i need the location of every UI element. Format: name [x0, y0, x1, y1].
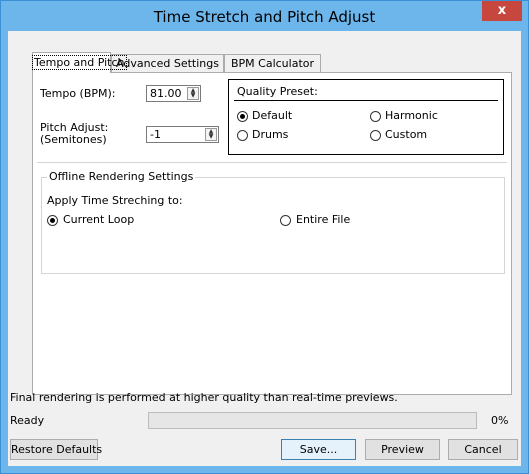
- restore-defaults-button[interactable]: Restore Defaults: [10, 439, 102, 460]
- spin-down-icon[interactable]: ▼: [188, 93, 198, 99]
- pitch-spin-buttons[interactable]: ▲ ▼: [205, 128, 217, 141]
- dialog-window: Time Stretch and Pitch Adjust x Tempo an…: [0, 0, 529, 474]
- tab-bpm-calculator[interactable]: BPM Calculator: [224, 54, 321, 72]
- pitch-spinbox[interactable]: -1 ▲ ▼: [146, 126, 219, 143]
- close-button[interactable]: x: [482, 1, 522, 21]
- tab-label: BPM Calculator: [230, 57, 315, 70]
- radio-harmonic[interactable]: [370, 111, 381, 122]
- radio-drums[interactable]: [237, 130, 248, 141]
- offline-rendering-title: Offline Rendering Settings: [47, 170, 196, 183]
- dialog-client-area: Tempo and Pitch Advanced Settings BPM Ca…: [8, 31, 521, 466]
- radio-entire-file[interactable]: [280, 215, 291, 226]
- pitch-sublabel: (Semitones): [40, 133, 107, 146]
- radio-harmonic-label[interactable]: Harmonic: [385, 109, 438, 122]
- radio-entire-file-label[interactable]: Entire File: [296, 213, 350, 226]
- tab-tempo-and-pitch[interactable]: Tempo and Pitch: [32, 52, 127, 73]
- title-bar[interactable]: Time Stretch and Pitch Adjust x: [1, 1, 528, 31]
- spin-down-icon[interactable]: ▼: [206, 134, 216, 140]
- radio-current-loop[interactable]: [47, 215, 58, 226]
- tempo-label: Tempo (BPM):: [40, 87, 116, 100]
- apply-time-stretching-label: Apply Time Streching to:: [47, 194, 183, 207]
- tab-label: Tempo and Pitch: [32, 55, 127, 70]
- radio-custom[interactable]: [370, 130, 381, 141]
- window-title: Time Stretch and Pitch Adjust: [153, 8, 376, 26]
- tab-panel-tempo-and-pitch: Tempo (BPM): 81.00 ▲ ▼ Pitch Adjust: (Se…: [32, 72, 512, 395]
- pitch-value: -1: [150, 128, 161, 141]
- cancel-button[interactable]: Cancel: [448, 439, 518, 460]
- tab-advanced-settings[interactable]: Advanced Settings: [111, 54, 224, 72]
- render-progress-bar: [148, 412, 477, 429]
- quality-preset-divider: [234, 100, 498, 101]
- status-text: Ready: [10, 414, 45, 427]
- preview-button[interactable]: Preview: [365, 439, 440, 460]
- radio-current-loop-label[interactable]: Current Loop: [63, 213, 134, 226]
- section-separator: [37, 162, 507, 163]
- quality-note: Final rendering is performed at higher q…: [10, 391, 398, 404]
- tempo-spinbox[interactable]: 81.00 ▲ ▼: [146, 85, 201, 102]
- radio-default-label[interactable]: Default: [252, 109, 292, 122]
- radio-drums-label[interactable]: Drums: [252, 128, 288, 141]
- progress-percent: 0%: [491, 414, 509, 427]
- quality-preset-title: Quality Preset:: [237, 85, 318, 98]
- tempo-value: 81.00: [150, 87, 182, 100]
- quality-preset-group: Quality Preset: Default Harmonic Drums C…: [228, 79, 504, 155]
- close-icon: x: [497, 3, 507, 18]
- radio-default[interactable]: [237, 111, 248, 122]
- tempo-spin-buttons[interactable]: ▲ ▼: [187, 87, 199, 100]
- tab-label: Advanced Settings: [116, 57, 219, 70]
- save-button[interactable]: Save...: [281, 439, 356, 460]
- radio-custom-label[interactable]: Custom: [385, 128, 427, 141]
